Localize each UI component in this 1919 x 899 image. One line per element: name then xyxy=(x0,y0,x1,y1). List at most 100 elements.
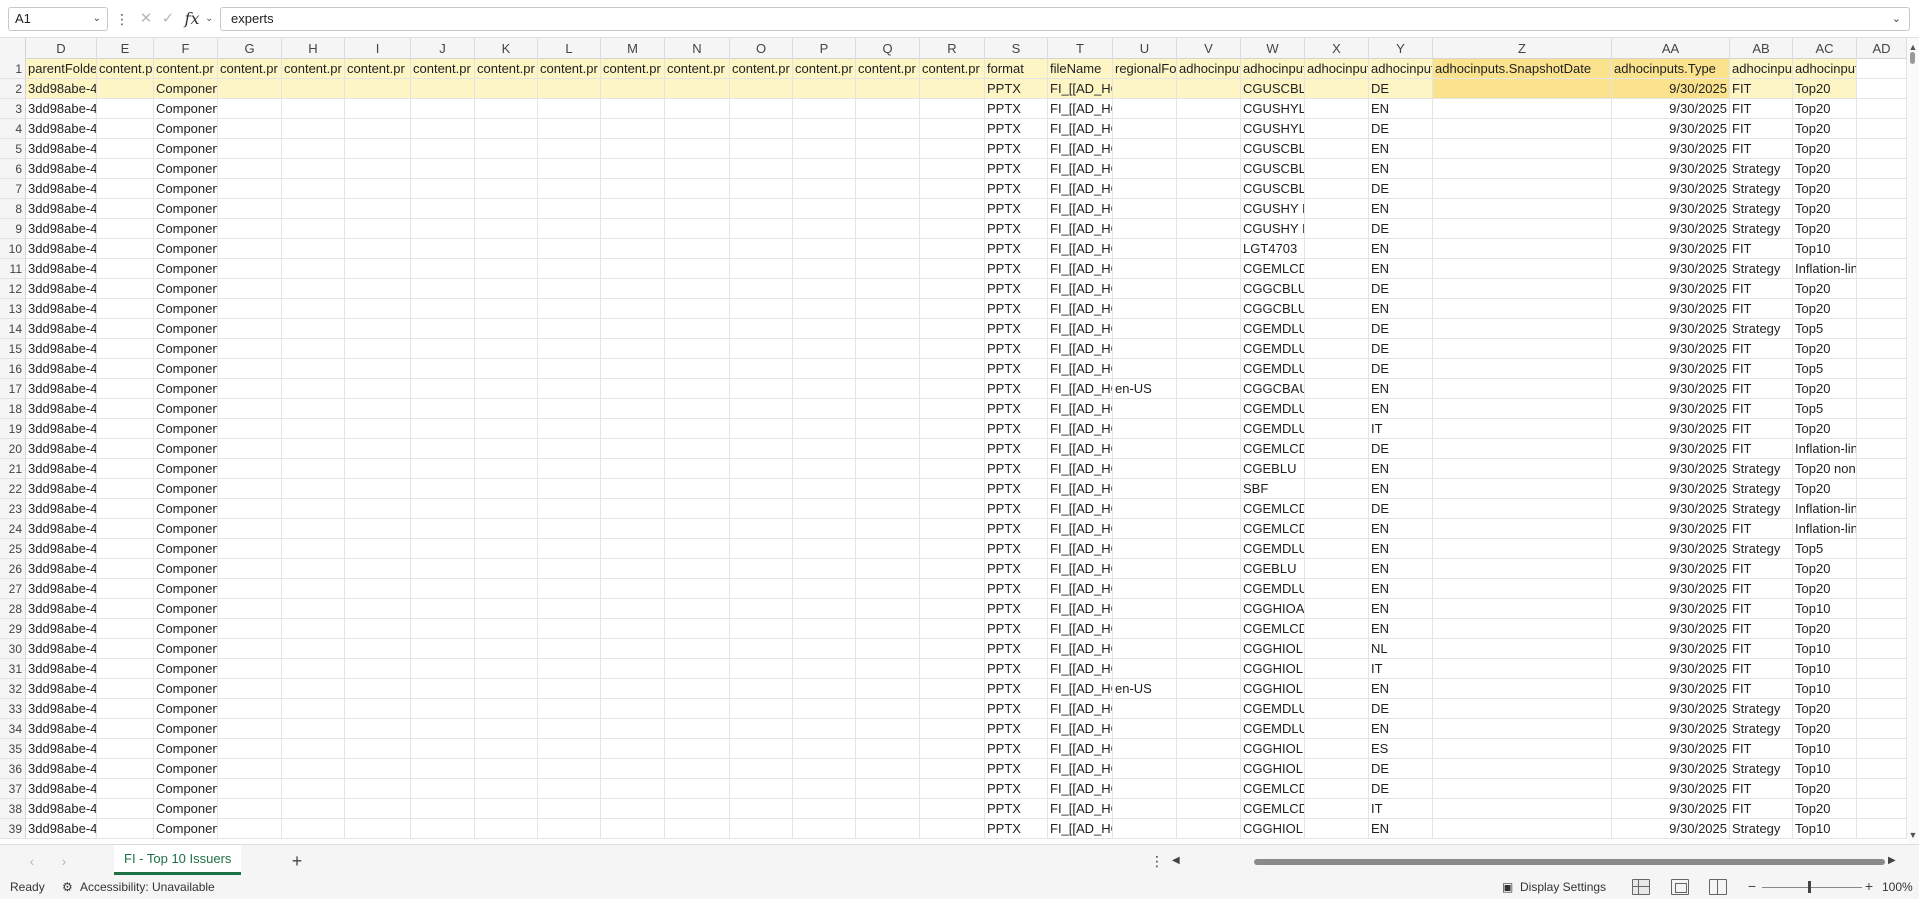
cell[interactable] xyxy=(920,579,985,599)
cell[interactable] xyxy=(411,99,475,119)
cell[interactable]: FI_[[AD_HOC:Account]]_TopIssuers xyxy=(1048,319,1113,339)
cell[interactable] xyxy=(1433,419,1612,439)
cell[interactable] xyxy=(665,639,730,659)
cell[interactable] xyxy=(1305,499,1369,519)
cell[interactable]: Component xyxy=(154,459,218,479)
cell[interactable] xyxy=(345,699,411,719)
cell[interactable] xyxy=(793,339,856,359)
row-header[interactable]: 12 xyxy=(0,279,26,299)
cell[interactable] xyxy=(856,239,920,259)
cell[interactable] xyxy=(475,439,538,459)
cell[interactable] xyxy=(730,519,793,539)
cell[interactable]: PPTX xyxy=(985,299,1048,319)
cell[interactable] xyxy=(345,439,411,459)
zoom-level[interactable]: 100% xyxy=(1882,879,1913,896)
column-header-z[interactable]: Z xyxy=(1433,38,1612,59)
cell[interactable] xyxy=(730,159,793,179)
cell[interactable]: EN xyxy=(1369,259,1433,279)
cell[interactable]: Top20 xyxy=(1793,559,1857,579)
cell[interactable]: Strategy xyxy=(1730,459,1793,479)
cell[interactable] xyxy=(1113,599,1177,619)
cell[interactable]: EN xyxy=(1369,239,1433,259)
cell[interactable] xyxy=(730,719,793,739)
cell[interactable] xyxy=(1177,639,1241,659)
cell[interactable] xyxy=(730,459,793,479)
cell[interactable] xyxy=(218,659,282,679)
cell[interactable] xyxy=(1177,559,1241,579)
cell[interactable] xyxy=(282,99,345,119)
cell[interactable] xyxy=(1113,519,1177,539)
column-header-m[interactable]: M xyxy=(601,38,665,59)
column-header-k[interactable]: K xyxy=(475,38,538,59)
cell[interactable]: PPTX xyxy=(985,119,1048,139)
cell[interactable] xyxy=(856,719,920,739)
column-header-e[interactable]: E xyxy=(97,38,154,59)
cell[interactable] xyxy=(856,659,920,679)
cell[interactable] xyxy=(856,519,920,539)
cell[interactable]: DE xyxy=(1369,179,1433,199)
cell[interactable] xyxy=(1857,219,1907,239)
cell[interactable] xyxy=(730,619,793,639)
cell[interactable] xyxy=(665,379,730,399)
vertical-scrollbar[interactable]: ▲ ▼ xyxy=(1907,38,1919,844)
cell[interactable]: FI_[[AD_HOC:Account]]_TopIssuers xyxy=(1048,179,1113,199)
cell[interactable] xyxy=(282,799,345,819)
cell[interactable] xyxy=(538,399,601,419)
cell[interactable] xyxy=(538,319,601,339)
cell[interactable] xyxy=(345,659,411,679)
cell[interactable] xyxy=(1177,339,1241,359)
cell[interactable] xyxy=(920,439,985,459)
cell[interactable]: NL xyxy=(1369,639,1433,659)
cell[interactable]: 3dd98abe-4355-44a3 xyxy=(26,319,97,339)
cell[interactable]: CGGHIOLU xyxy=(1241,679,1305,699)
cell[interactable] xyxy=(1433,159,1612,179)
cell[interactable] xyxy=(730,279,793,299)
cell[interactable] xyxy=(665,519,730,539)
cell[interactable] xyxy=(475,139,538,159)
cell[interactable]: Strategy xyxy=(1730,719,1793,739)
cell[interactable] xyxy=(282,619,345,639)
cell[interactable] xyxy=(1857,299,1907,319)
cell[interactable] xyxy=(411,819,475,839)
cell[interactable]: FI_[[AD_HOC:Accoun xyxy=(1048,679,1113,699)
cell[interactable]: 3dd98abe-4355-44a3 xyxy=(26,739,97,759)
cell[interactable] xyxy=(538,379,601,399)
cell[interactable] xyxy=(1113,459,1177,479)
cell[interactable] xyxy=(1177,539,1241,559)
cell[interactable] xyxy=(218,139,282,159)
cell[interactable] xyxy=(1305,159,1369,179)
cell[interactable]: Component xyxy=(154,239,218,259)
cell[interactable] xyxy=(1433,439,1612,459)
cell[interactable]: 3dd98abe-4355-44a3 xyxy=(26,479,97,499)
cell[interactable]: EN xyxy=(1369,579,1433,599)
cell[interactable]: Top10 xyxy=(1793,239,1857,259)
cell[interactable] xyxy=(856,699,920,719)
cell[interactable]: Component xyxy=(154,319,218,339)
cell[interactable]: FIT xyxy=(1730,99,1793,119)
cell[interactable] xyxy=(475,539,538,559)
cell[interactable]: FIT xyxy=(1730,659,1793,679)
cell[interactable]: Top20 xyxy=(1793,279,1857,299)
cell[interactable]: EN xyxy=(1369,159,1433,179)
column-header-d[interactable]: D xyxy=(26,38,97,59)
cell[interactable]: content.pr xyxy=(345,59,411,79)
cell[interactable] xyxy=(1177,719,1241,739)
cell[interactable]: adhocinputs xyxy=(1177,59,1241,79)
cell[interactable] xyxy=(601,179,665,199)
cell[interactable]: PPTX xyxy=(985,179,1048,199)
cell[interactable]: FIT xyxy=(1730,799,1793,819)
cell[interactable] xyxy=(411,339,475,359)
cell[interactable] xyxy=(1857,599,1907,619)
cell[interactable]: PPTX xyxy=(985,379,1048,399)
cell[interactable] xyxy=(730,299,793,319)
cell[interactable] xyxy=(856,399,920,419)
cell[interactable] xyxy=(601,319,665,339)
cell[interactable]: CGEMLCDLU xyxy=(1241,499,1305,519)
cell[interactable] xyxy=(920,179,985,199)
cell[interactable] xyxy=(730,239,793,259)
cell[interactable] xyxy=(475,319,538,339)
cell[interactable] xyxy=(475,699,538,719)
cell[interactable] xyxy=(1305,779,1369,799)
cell[interactable] xyxy=(856,179,920,199)
cell[interactable] xyxy=(1113,239,1177,259)
